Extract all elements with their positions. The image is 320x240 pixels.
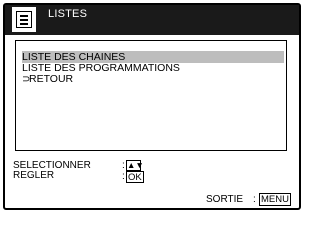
exit-label: SORTIE [206, 194, 244, 205]
adjust-label: REGLER [13, 170, 55, 181]
list-item-label: RETOUR [29, 73, 74, 85]
return-arrow-icon: ⊃ [22, 74, 31, 85]
list-item-retour[interactable]: ⊃RETOUR [22, 73, 284, 85]
up-down-arrows-icon: ▲▼ [126, 160, 144, 171]
menu-list-icon [12, 7, 36, 32]
exit-separator: : [253, 194, 256, 205]
menu-title: LISTES [48, 8, 88, 20]
menu-key: MENU [259, 193, 291, 206]
menu-header: LISTES [5, 5, 299, 35]
ok-key: OK [126, 171, 144, 183]
menu-window: LISTES LISTE DES CHAINES LISTE DES PROGR… [3, 3, 301, 210]
adjust-separator: : [122, 171, 125, 182]
select-separator: : [122, 160, 125, 171]
list-panel: LISTE DES CHAINES LISTE DES PROGRAMMATIO… [15, 40, 287, 151]
